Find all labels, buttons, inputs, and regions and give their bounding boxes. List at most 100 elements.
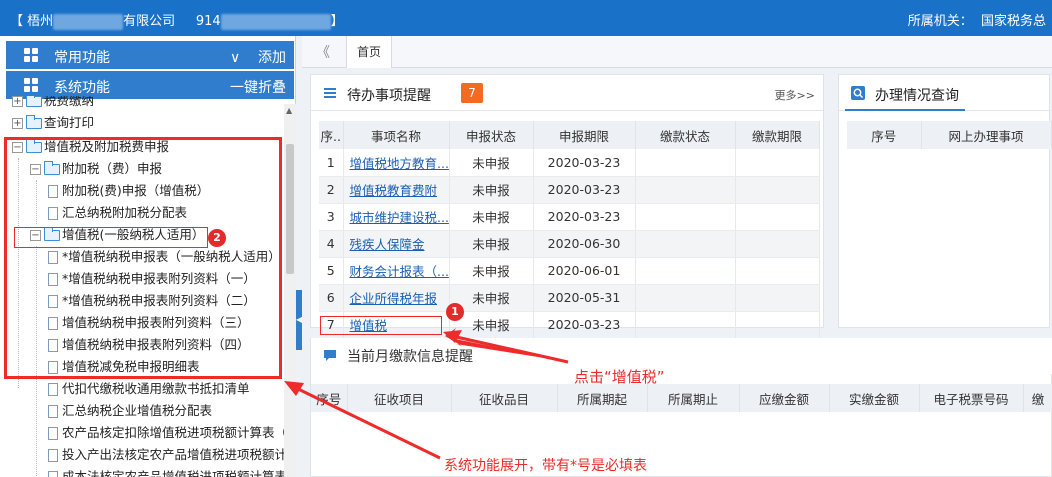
screen: 【 梧州 有限公司 914 】 所属机关： 国家税务总 常用功能 ∨ 添加 系统功能… — [0, 0, 1052, 477]
row-number: 1 — [319, 149, 344, 177]
table-row[interactable]: 4 残疾人保障金 未申报 2020-06-30 — [319, 230, 820, 258]
deadline-cell: 2020-03-23 — [533, 311, 636, 339]
row-number: 4 — [319, 230, 344, 258]
payment-panel: 当前月缴款信息提醒 序号 征收项目 征收品目 所属期起 所属期止 应缴金额 实缴… — [310, 338, 1052, 477]
more-link[interactable]: 更多>> — [775, 87, 815, 103]
empty-cell — [735, 257, 820, 285]
item-link[interactable]: 财务会计报表（... — [350, 264, 449, 279]
column-header[interactable]: 事项名称 — [343, 121, 450, 149]
main-content: 《 首页 待办事项提醒 7 更多>> 序.. 事项名称 申报状态 申报期限 缴款… — [302, 36, 1052, 477]
item-link[interactable]: 增值税地方教育... — [350, 156, 449, 171]
table-row[interactable]: 2 增值税教育费附 未申报 2020-03-23 — [319, 176, 820, 204]
tree-leaf[interactable]: 汇总纳税企业增值税分配表 — [48, 400, 212, 422]
column-header[interactable]: 所属期止 — [647, 384, 740, 412]
active-tab-underline — [845, 109, 965, 111]
status-cell: 未申报 — [449, 230, 534, 258]
scroll-up-icon[interactable]: ▲ — [286, 106, 292, 115]
deadline-cell: 2020-03-23 — [533, 203, 636, 231]
column-header[interactable]: 申报状态 — [449, 121, 534, 149]
column-header[interactable]: 实缴金额 — [829, 384, 920, 412]
column-header[interactable]: 网上办理事项 — [921, 121, 1052, 149]
empty-cell — [635, 311, 736, 339]
table-row[interactable]: 1 增值税地方教育... 未申报 2020-03-23 — [319, 149, 820, 177]
row-number: 5 — [319, 257, 344, 285]
tree-leaf[interactable]: 成本法核定农产品增值税进项税额计算表 — [48, 466, 284, 477]
annotation-box-vat-node — [14, 227, 208, 248]
common-functions-header[interactable]: 常用功能 ∨ 添加 — [6, 41, 294, 69]
column-header[interactable]: 电子税票号码 — [919, 384, 1024, 412]
add-button[interactable]: 添加 — [258, 50, 286, 66]
company-suffix: 有限公司 — [123, 14, 176, 29]
authority-value: 国家税务总 — [980, 14, 1046, 29]
todo-count-badge: 7 — [461, 83, 483, 103]
item-name-cell: 城市维护建设税... — [343, 203, 450, 231]
expand-toggle[interactable]: + — [12, 96, 23, 107]
column-header[interactable]: 缴款状态 — [635, 121, 736, 149]
annotation-step-1: 1 — [446, 303, 464, 321]
empty-cell — [635, 230, 736, 258]
tree-node-label: 代扣代缴税收通用缴款书抵扣清单 — [62, 381, 250, 396]
column-header[interactable]: 序号 — [847, 121, 922, 149]
tab-scroll-left-icon[interactable]: 《 — [316, 42, 330, 62]
column-header[interactable]: 缴款期限 — [735, 121, 820, 149]
table-row[interactable]: 5 财务会计报表（... 未申报 2020-06-01 — [319, 257, 820, 285]
query-panel-header: 办理情况查询 — [839, 75, 1049, 111]
chevron-down-icon[interactable]: ∨ — [230, 50, 240, 66]
taxid-prefix: 914 — [195, 14, 221, 29]
scrollbar-thumb[interactable] — [286, 144, 294, 274]
item-name-cell: 企业所得税年报 — [343, 284, 450, 312]
tree-leaf[interactable]: 农产品核定扣除增值税进项税额计算表（ — [48, 422, 284, 444]
tree-node-tax-payment[interactable]: + 税费缴纳 — [12, 96, 94, 112]
column-header[interactable]: 缴 — [1023, 384, 1052, 412]
payment-title: 当前月缴款信息提醒 — [347, 349, 473, 365]
column-header[interactable]: 申报期限 — [533, 121, 636, 149]
column-header[interactable]: 序号 — [311, 384, 348, 412]
todo-panel: 待办事项提醒 7 更多>> 序.. 事项名称 申报状态 申报期限 缴款状态 缴款… — [310, 74, 824, 339]
annotation-box-tree — [4, 137, 282, 379]
status-cell: 未申报 — [449, 149, 534, 177]
column-header[interactable]: 序.. — [319, 121, 344, 149]
tab-home[interactable]: 首页 — [346, 36, 393, 68]
table-header-row: 序.. 事项名称 申报状态 申报期限 缴款状态 缴款期限 — [319, 121, 820, 149]
document-icon — [48, 449, 58, 462]
deadline-cell: 2020-06-30 — [533, 230, 636, 258]
table-row[interactable]: 3 城市维护建设税... 未申报 2020-03-23 — [319, 203, 820, 231]
company-prefix: 【 梧州 — [10, 14, 54, 29]
column-header[interactable]: 所属期起 — [557, 384, 648, 412]
item-link[interactable]: 城市维护建设税... — [350, 210, 449, 225]
empty-cell — [735, 311, 820, 339]
expand-toggle[interactable]: + — [12, 118, 23, 129]
system-functions-header[interactable]: 系统功能 一键折叠 — [6, 71, 294, 99]
empty-cell — [735, 203, 820, 231]
item-name-cell: 增值税地方教育... — [343, 149, 450, 177]
folder-icon — [26, 115, 42, 129]
tree-leaf[interactable]: 代扣代缴税收通用缴款书抵扣清单 — [48, 378, 250, 400]
tree-leaf[interactable]: 投入产出法核定农产品增值税进项税额计 — [48, 444, 284, 466]
tree-node-label: 税费缴纳 — [44, 96, 95, 108]
item-name-cell: 财务会计报表（... — [343, 257, 450, 285]
document-icon — [48, 427, 58, 440]
query-table: 序号 网上办理事项 — [847, 121, 1052, 149]
tab-bar: 《 首页 — [302, 36, 1052, 68]
item-link[interactable]: 增值税教育费附 — [350, 183, 438, 198]
deadline-cell: 2020-03-23 — [533, 176, 636, 204]
item-link[interactable]: 残疾人保障金 — [350, 237, 425, 252]
annotation-system-hint: 系统功能展开，带有*号是必填表 — [444, 458, 647, 474]
deadline-cell: 2020-05-31 — [533, 284, 636, 312]
empty-cell — [735, 284, 820, 312]
document-icon — [48, 471, 58, 477]
bracket-end: 】 — [330, 14, 344, 29]
item-link[interactable]: 企业所得税年报 — [350, 291, 438, 306]
column-header[interactable]: 征收品目 — [451, 384, 558, 412]
annotation-click-hint: 点击“增值税” — [574, 368, 665, 386]
row-number: 6 — [319, 284, 344, 312]
tree-node-label: 查询打印 — [44, 115, 95, 130]
column-header[interactable]: 征收项目 — [347, 384, 452, 412]
empty-cell — [635, 149, 736, 177]
query-panel: 办理情况查询 序号 网上办理事项 — [838, 74, 1052, 328]
collapse-all-button[interactable]: 一键折叠 — [230, 77, 286, 97]
table-row[interactable]: 6 企业所得税年报 未申报 2020-05-31 — [319, 284, 820, 312]
sidebar-scrollbar[interactable]: ▲ — [284, 104, 296, 477]
column-header[interactable]: 应缴金额 — [739, 384, 830, 412]
tree-node-query-print[interactable]: + 查询打印 — [12, 112, 94, 134]
